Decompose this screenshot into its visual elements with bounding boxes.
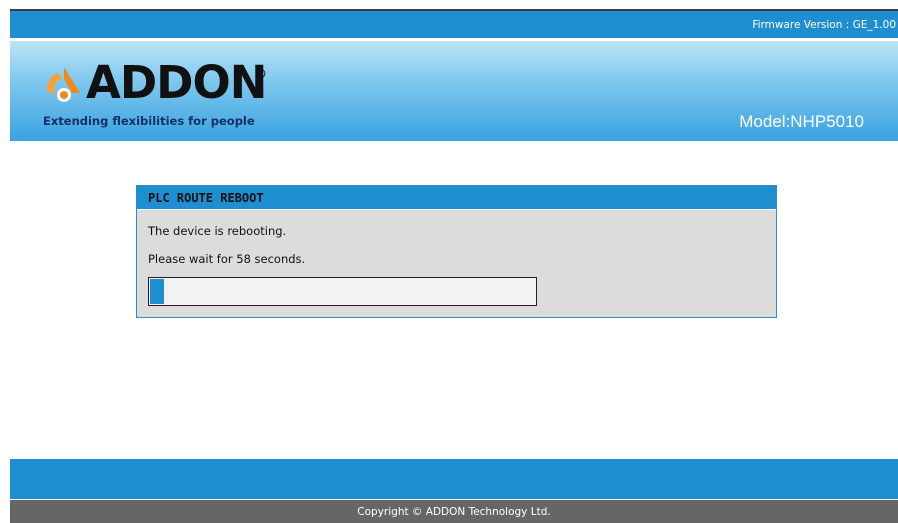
progress-fill <box>150 279 164 304</box>
reboot-progress-bar <box>148 277 537 306</box>
reboot-message: The device is rebooting. <box>148 224 287 238</box>
firmware-bar: Firmware Version : GE_1.00 <box>10 11 898 38</box>
reboot-panel: PLC ROUTE REBOOT The device is rebooting… <box>136 185 777 318</box>
brand-tagline: Extending flexibilities for people <box>43 114 255 128</box>
wait-message: Please wait for 58 seconds. <box>148 252 306 266</box>
brand-logo-text: ADDON <box>86 56 267 109</box>
addon-logo-icon <box>47 67 80 102</box>
model-name: Model:NHP5010 <box>739 112 864 131</box>
header-banner: ADDON ® Extending flexibilities for peop… <box>10 41 898 141</box>
header-separator <box>10 38 898 40</box>
copyright-bar: Copyright © ADDON Technology Ltd. <box>10 500 898 523</box>
registered-mark: ® <box>255 67 267 81</box>
copyright-text: Copyright © ADDON Technology Ltd. <box>357 505 551 518</box>
panel-title: PLC ROUTE REBOOT <box>137 186 776 210</box>
firmware-version: Firmware Version : GE_1.00 <box>752 18 896 31</box>
footer-bar <box>10 459 898 499</box>
